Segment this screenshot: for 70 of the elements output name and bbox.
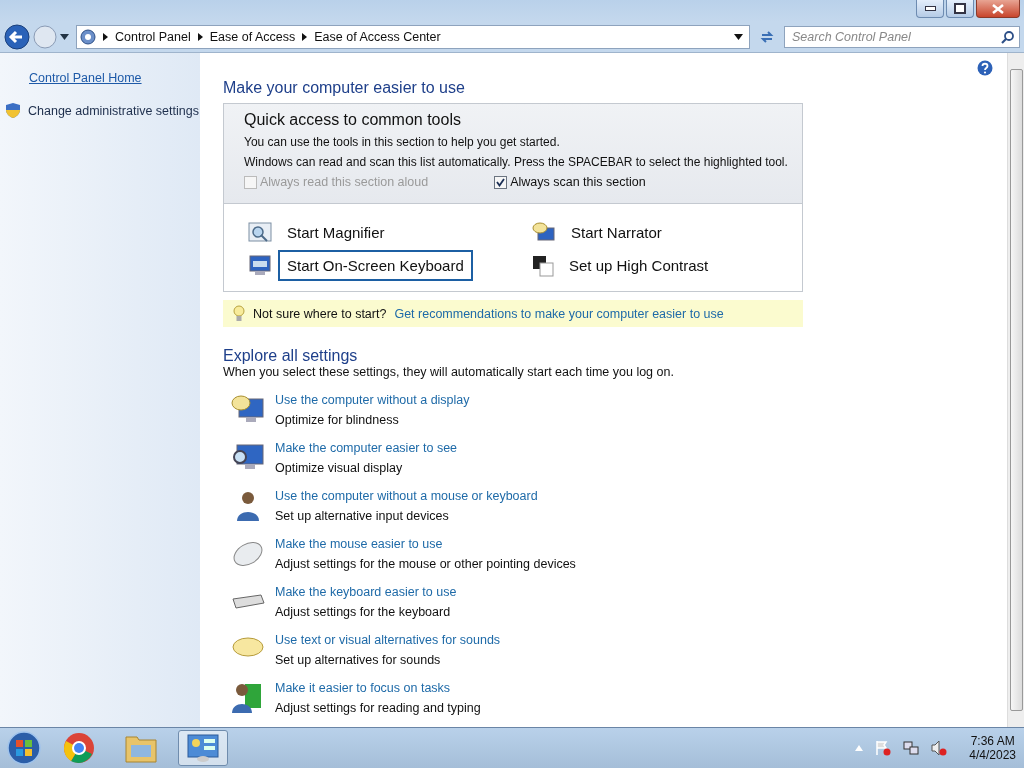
chevron-icon [197, 33, 203, 41]
checkbox-label: Always read this section aloud [260, 175, 429, 189]
page-title: Make your computer easier to use [223, 79, 466, 97]
setting-description: Adjust settings for the keyboard [275, 605, 452, 619]
setting-description: Set up alternative input devices [275, 509, 450, 523]
tool-link[interactable]: Set up High Contrast [560, 250, 718, 281]
setting-description: Optimize for blindness [275, 413, 400, 427]
close-icon [991, 3, 1005, 14]
setting-link[interactable]: Make the keyboard easier to use [275, 585, 457, 599]
checkbox[interactable] [494, 175, 508, 189]
control-panel-icon [187, 733, 219, 763]
breadcrumb[interactable]: Ease of Access [209, 30, 296, 44]
tool-link[interactable]: Start Magnifier [278, 217, 394, 248]
tool-link[interactable]: Start Narrator [562, 217, 671, 248]
breadcrumb[interactable]: Ease of Access Center [314, 30, 441, 44]
help-icon[interactable] [977, 60, 993, 76]
chevron-icon [103, 33, 108, 41]
tip-text: Not sure where to start? [253, 306, 387, 321]
lightbulb-icon [233, 305, 245, 322]
dropdown-icon[interactable] [734, 34, 743, 40]
dropdown-icon[interactable] [60, 34, 69, 40]
folder-icon [125, 733, 157, 763]
flag-icon[interactable] [875, 740, 892, 756]
scrollbar[interactable] [1007, 53, 1024, 727]
setting-link[interactable]: Make the mouse easier to use [275, 537, 576, 551]
breadcrumb[interactable]: Control Panel [115, 30, 191, 44]
chevron-icon [302, 33, 308, 41]
close-button[interactable] [976, 0, 1020, 18]
control-panel-icon [80, 29, 96, 45]
sidebar-link[interactable]: Control Panel Home [29, 71, 142, 85]
checkbox-label: Always scan this section [510, 175, 646, 189]
setting-link[interactable]: Use the computer without a display [275, 393, 470, 407]
shield-icon [6, 103, 20, 118]
clock-date: 4/4/2023 [969, 748, 1016, 762]
scrollbar-thumb[interactable] [1009, 69, 1023, 711]
search-field[interactable]: Search Control Panel [784, 26, 1020, 48]
keyboard-monitor-icon [248, 254, 272, 277]
instruction-text: You can use the tools in this section to help you get started. [244, 135, 560, 149]
setting-link[interactable]: Make it easier to focus on tasks [275, 681, 481, 695]
setting-description: Optimize visual display [275, 461, 404, 475]
speaker-monitor-icon [231, 393, 265, 425]
address-bar[interactable]: Control Panel Ease of Access Ease of Access Center [76, 25, 750, 49]
section-title: Explore all settings [223, 347, 359, 365]
setting-description: Set up alternatives for sounds [275, 653, 442, 667]
minimize-button[interactable] [916, 0, 944, 18]
maximize-button[interactable] [946, 0, 974, 18]
search-icon[interactable] [1001, 31, 1014, 44]
speaker-muted-icon[interactable] [931, 740, 948, 756]
taskbar-app[interactable] [178, 730, 228, 766]
tool-link[interactable]: Start On-Screen Keyboard [278, 250, 473, 281]
magnifier-icon [248, 221, 272, 244]
network-icon[interactable] [903, 740, 920, 756]
sidebar-link[interactable]: Change administrative settings [28, 103, 199, 118]
section-title: Quick access to common tools [244, 111, 462, 129]
setting-description: Adjust settings for the mouse or other pointing devices [275, 557, 576, 571]
recommendations-link[interactable]: Get recommendations to make your computer easier to use [394, 306, 724, 321]
setting-description: Adjust settings for reading and typing [275, 701, 481, 715]
back-icon[interactable] [4, 24, 30, 50]
clock-time: 7:36 AM [970, 734, 1015, 748]
browser-icon [63, 732, 95, 764]
clock[interactable]: 7:36 AM 4/4/2023 [969, 734, 1016, 762]
speech-monitor-icon [532, 221, 556, 244]
section-description: When you select these settings, they will automatically start each time you log on. [223, 365, 675, 379]
setting-link[interactable]: Use the computer without a mouse or keyboard [275, 489, 538, 503]
refresh-icon[interactable] [759, 29, 775, 45]
instruction-text: Windows can read and scan this list automatically. Press the SPACEBAR to select the highlighted tool. [244, 155, 788, 169]
start-button[interactable] [6, 730, 42, 766]
contrast-icon [532, 254, 554, 277]
setting-link[interactable]: Make the computer easier to see [275, 441, 458, 455]
setting-link[interactable]: Use text or visual alternatives for sounds [275, 633, 501, 647]
